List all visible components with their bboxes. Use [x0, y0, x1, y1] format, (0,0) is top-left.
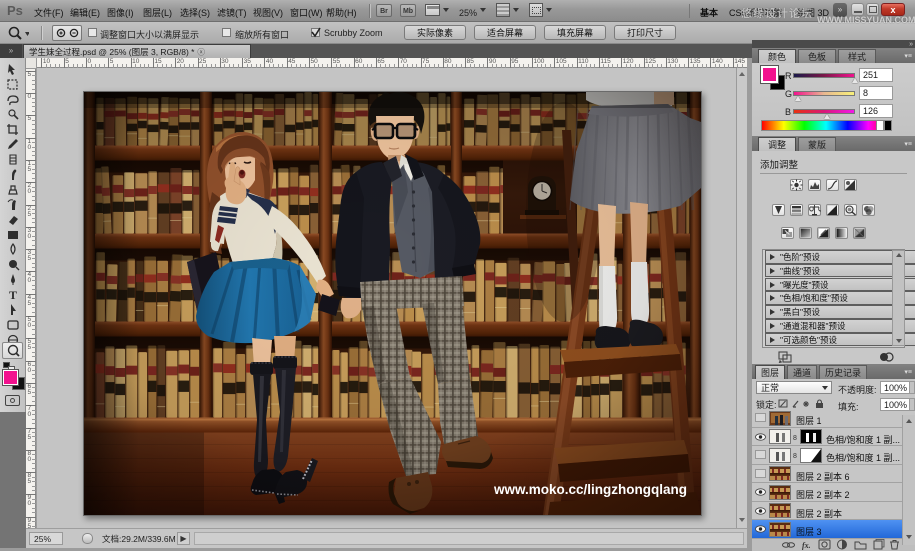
svg-text:fx.: fx. — [802, 541, 811, 550]
svg-text:T: T — [9, 288, 17, 302]
svg-text:www.moko.cc/lingzhongqlang: www.moko.cc/lingzhongqlang — [493, 482, 687, 497]
